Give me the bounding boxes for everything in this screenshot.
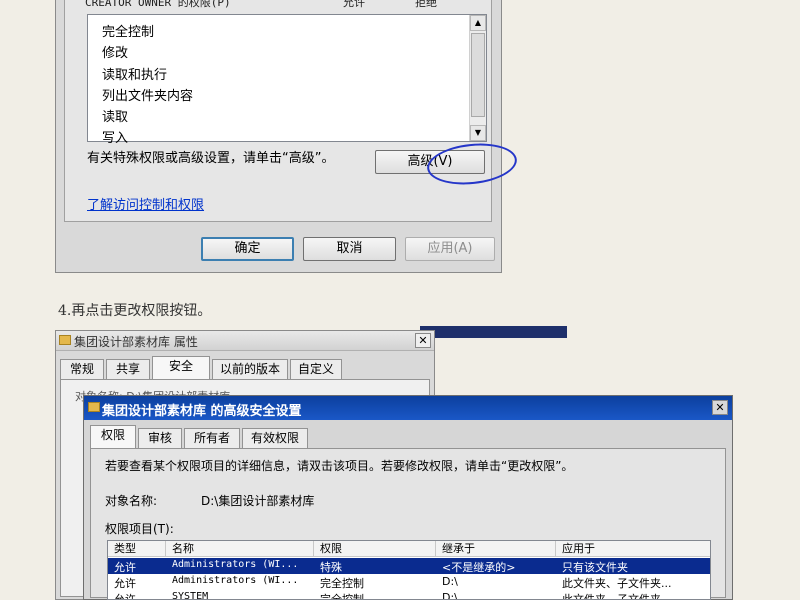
perm-item-write[interactable]: 写入 <box>102 127 128 146</box>
advanced-body: 若要查看某个权限项目的详细信息，请双击该项目。若要修改权限，请单击“更改权限”。… <box>90 448 726 600</box>
advanced-security-dialog: 集团设计部素材库 的高级安全设置 ✕ 权限 审核 所有者 有效权限 若要查看某个… <box>83 395 733 600</box>
column-name[interactable]: 名称 <box>166 541 314 557</box>
permission-entries-label: 权限项目(T): <box>105 522 174 536</box>
row-type: 允许 <box>114 593 136 600</box>
tab-custom[interactable]: 自定义 <box>290 359 342 379</box>
row-name: Administrators (WI... <box>172 559 299 570</box>
column-inherited-from[interactable]: 继承于 <box>436 541 556 557</box>
scroll-thumb[interactable] <box>471 33 485 117</box>
tab-previous-versions[interactable]: 以前的版本 <box>212 359 288 379</box>
tab-owner[interactable]: 所有者 <box>184 428 240 448</box>
security-group-panel: CREATOR OWNER 的权限(P) 允许 拒绝 完全控制 修改 读取和执行… <box>64 0 492 222</box>
tab-auditing[interactable]: 审核 <box>138 428 182 448</box>
row-inherited: <不是继承的> <box>442 561 516 574</box>
perm-item-read[interactable]: 读取 <box>102 106 128 125</box>
object-name-value: D:\集团设计部素材库 <box>201 494 315 508</box>
permissions-header: CREATOR OWNER 的权限(P) 允许 拒绝 <box>85 0 465 10</box>
row-permission: 完全控制 <box>320 593 364 600</box>
advanced-hint-text: 有关特殊权限或高级设置，请单击“高级”。 <box>87 151 335 166</box>
table-row[interactable]: 允许 SYSTEM 完全控制 D:\ 此文件夹、子文件夹... <box>108 590 710 600</box>
deny-column-label: 拒绝 <box>415 0 437 9</box>
folder-icon <box>88 402 100 412</box>
advanced-title-bar: 集团设计部素材库 的高级安全设置 ✕ <box>84 396 732 420</box>
properties-title: 集团设计部素材库 属性 <box>74 335 198 349</box>
permission-entries-table[interactable]: 类型 名称 权限 继承于 应用于 允许 Administrators (WI..… <box>107 540 711 600</box>
tab-security[interactable]: 安全 <box>152 356 210 380</box>
scroll-up-arrow-icon[interactable]: ▲ <box>470 15 486 31</box>
perm-item-read-execute[interactable]: 读取和执行 <box>102 64 167 83</box>
close-icon[interactable]: ✕ <box>415 333 431 348</box>
advanced-info-text: 若要查看某个权限项目的详细信息，请双击该项目。若要修改权限，请单击“更改权限”。 <box>105 459 574 473</box>
permissions-list[interactable]: 完全控制 修改 读取和执行 列出文件夹内容 读取 写入 ▲ ▼ <box>87 14 487 146</box>
close-icon[interactable]: ✕ <box>712 400 728 415</box>
object-name-label: 对象名称: <box>105 494 158 508</box>
column-permission[interactable]: 权限 <box>314 541 436 557</box>
properties-title-bar: 集团设计部素材库 属性 ✕ <box>56 331 434 351</box>
step-instruction: 4.再点击更改权限按钮。 <box>58 303 212 319</box>
perm-item-list-folder[interactable]: 列出文件夹内容 <box>102 85 193 104</box>
table-row[interactable]: 允许 Administrators (WI... 特殊 <不是继承的> 只有该文… <box>108 558 710 574</box>
scroll-down-arrow-icon[interactable]: ▼ <box>470 125 486 141</box>
table-header: 类型 名称 权限 继承于 应用于 <box>108 541 710 557</box>
decorative-bar <box>420 326 567 338</box>
tab-permissions[interactable]: 权限 <box>90 425 136 449</box>
apply-button[interactable]: 应用(A) <box>405 237 495 261</box>
learn-access-control-link[interactable]: 了解访问控制和权限 <box>87 194 204 213</box>
permissions-scrollbar[interactable]: ▲ ▼ <box>469 15 486 141</box>
row-inherited: D:\ <box>442 591 458 600</box>
security-dialog: CREATOR OWNER 的权限(P) 允许 拒绝 完全控制 修改 读取和执行… <box>55 0 519 273</box>
row-name: SYSTEM <box>172 591 209 600</box>
permissions-for-label: CREATOR OWNER 的权限(P) <box>85 0 231 9</box>
cancel-button[interactable]: 取消 <box>303 237 396 261</box>
row-type: 允许 <box>114 561 136 574</box>
row-type: 允许 <box>114 577 136 590</box>
row-inherited: D:\ <box>442 575 458 588</box>
table-row[interactable]: 允许 Administrators (WI... 完全控制 D:\ 此文件夹、子… <box>108 574 710 590</box>
ok-button[interactable]: 确定 <box>201 237 294 261</box>
tab-general[interactable]: 常规 <box>60 359 104 379</box>
row-applies: 此文件夹、子文件夹... <box>562 593 672 600</box>
tab-effective-permissions[interactable]: 有效权限 <box>242 428 308 448</box>
row-permission: 完全控制 <box>320 577 364 590</box>
perm-item-modify[interactable]: 修改 <box>102 42 128 61</box>
column-applies-to[interactable]: 应用于 <box>556 541 710 557</box>
perm-item-full-control[interactable]: 完全控制 <box>102 21 154 40</box>
folder-icon <box>59 335 71 345</box>
row-applies: 此文件夹、子文件夹... <box>562 577 672 590</box>
row-permission: 特殊 <box>320 561 342 574</box>
tab-sharing[interactable]: 共享 <box>106 359 150 379</box>
advanced-title: 集团设计部素材库 的高级安全设置 <box>102 404 302 419</box>
row-applies: 只有该文件夹 <box>562 561 628 574</box>
row-name: Administrators (WI... <box>172 575 299 586</box>
column-type[interactable]: 类型 <box>108 541 166 557</box>
allow-column-label: 允许 <box>343 0 365 9</box>
